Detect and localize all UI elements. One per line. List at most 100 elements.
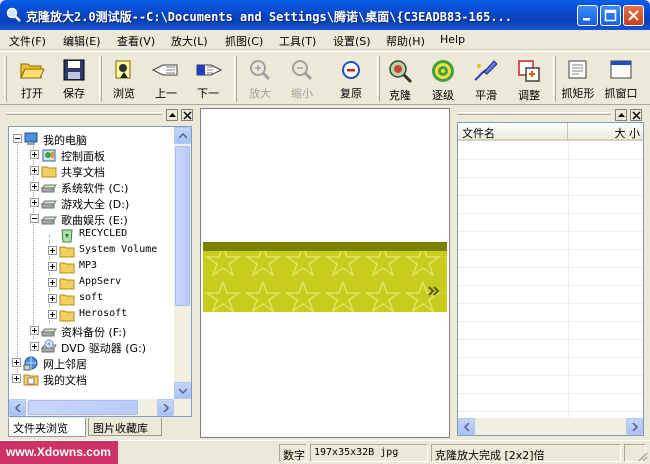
list-grid-line bbox=[458, 195, 643, 196]
drive-icon bbox=[41, 200, 57, 209]
capture-rectangle-icon bbox=[568, 60, 587, 79]
resize-grip-icon[interactable] bbox=[636, 450, 648, 462]
capture-rectangle-button[interactable]: 抓矩形 bbox=[558, 56, 598, 102]
expand-toggle[interactable] bbox=[48, 246, 57, 255]
collapse-toggle[interactable] bbox=[30, 214, 39, 223]
expand-toggle[interactable] bbox=[12, 358, 21, 367]
zoom-in-button[interactable]: 放大 bbox=[240, 56, 280, 102]
menu-settings[interactable]: 设置(S) bbox=[333, 33, 371, 49]
capture-window-button[interactable]: 抓窗口 bbox=[601, 56, 641, 102]
status-mode: 数字 bbox=[279, 444, 307, 462]
minimize-button[interactable] bbox=[577, 5, 598, 26]
menu-view[interactable]: 查看(V) bbox=[117, 33, 155, 49]
save-button[interactable]: 保存 bbox=[54, 56, 94, 102]
toolbar-grip[interactable] bbox=[4, 56, 7, 102]
image-view[interactable] bbox=[200, 108, 450, 438]
scroll-up-button[interactable] bbox=[174, 127, 191, 144]
list-grid-line bbox=[458, 159, 643, 160]
scroll-left-button[interactable] bbox=[458, 418, 475, 435]
next-button[interactable]: 下一 bbox=[188, 56, 228, 102]
expand-toggle[interactable] bbox=[48, 294, 57, 303]
stepwise-button[interactable]: 逐级 bbox=[423, 56, 463, 102]
file-list[interactable]: 文件名 大 小 bbox=[457, 122, 644, 436]
tree-vertical-scrollbar[interactable] bbox=[174, 127, 191, 399]
panel-tabs: 文件夹浏览 图片收藏库 bbox=[8, 418, 196, 437]
file-list-horizontal-scrollbar[interactable] bbox=[458, 418, 643, 435]
maximize-button[interactable] bbox=[600, 5, 621, 26]
collapse-toggle[interactable] bbox=[13, 134, 22, 143]
scroll-down-button[interactable] bbox=[174, 382, 191, 399]
menu-edit[interactable]: 编辑(E) bbox=[63, 33, 101, 49]
panel-grip[interactable] bbox=[457, 112, 611, 115]
browse-icon bbox=[115, 60, 131, 79]
list-grid-line bbox=[458, 285, 643, 286]
menu-help[interactable]: Help bbox=[440, 33, 465, 46]
toolbar-separator bbox=[99, 56, 102, 102]
folder-icon bbox=[59, 310, 75, 322]
list-grid-line bbox=[458, 321, 643, 322]
expand-toggle[interactable] bbox=[30, 326, 39, 335]
expand-toggle[interactable] bbox=[30, 150, 39, 159]
column-header-filename[interactable]: 文件名 bbox=[458, 123, 568, 141]
expand-toggle[interactable] bbox=[30, 166, 39, 175]
tab-image-library[interactable]: 图片收藏库 bbox=[88, 418, 162, 436]
toolbar: 打开 保存 浏览 上一 下一 放大 缩小 复原 克隆 逐级 平滑 调整 抓矩形 … bbox=[0, 51, 650, 105]
list-grid-line bbox=[458, 231, 643, 232]
previous-button[interactable]: 上一 bbox=[146, 56, 186, 102]
menu-file[interactable]: 文件(F) bbox=[9, 33, 46, 49]
target-rings-icon bbox=[432, 60, 454, 82]
folder-icon bbox=[59, 278, 75, 290]
scroll-left-button[interactable] bbox=[9, 399, 26, 416]
panel-restore-button[interactable] bbox=[615, 109, 627, 121]
expand-toggle[interactable] bbox=[12, 374, 21, 383]
panel-close-button[interactable] bbox=[630, 109, 642, 121]
scroll-right-button[interactable] bbox=[157, 399, 174, 416]
drive-icon bbox=[41, 216, 57, 225]
list-grid-line bbox=[458, 375, 643, 376]
adjust-button[interactable]: 调整 bbox=[509, 56, 549, 102]
menu-zoom[interactable]: 放大(L) bbox=[171, 33, 208, 49]
expand-toggle[interactable] bbox=[30, 182, 39, 191]
menu-help-cn[interactable]: 帮助(H) bbox=[386, 33, 425, 49]
documents-icon bbox=[23, 374, 39, 386]
expand-toggle[interactable] bbox=[30, 342, 39, 351]
scroll-thumb[interactable] bbox=[28, 400, 138, 415]
window-title: 克隆放大2.0测试版--C:\Documents and Settings\腾诺… bbox=[26, 10, 513, 24]
restore-button[interactable]: 复原 bbox=[331, 56, 371, 102]
toolbar-separator bbox=[553, 56, 556, 102]
tree-horizontal-scrollbar[interactable] bbox=[9, 399, 191, 416]
column-header-size[interactable]: 大 小 bbox=[568, 123, 643, 141]
clone-button[interactable]: 克隆 bbox=[380, 56, 420, 102]
title-bar[interactable]: 克隆放大2.0测试版--C:\Documents and Settings\腾诺… bbox=[0, 0, 650, 30]
folder-panel-header bbox=[4, 108, 196, 122]
menu-capture[interactable]: 抓图(C) bbox=[225, 33, 263, 49]
folder-icon bbox=[41, 166, 57, 178]
folder-icon bbox=[59, 262, 75, 274]
hand-pointing-left-icon bbox=[151, 64, 178, 76]
zoom-out-button[interactable]: 缩小 bbox=[282, 56, 322, 102]
panel-restore-button[interactable] bbox=[166, 109, 178, 121]
open-folder-icon bbox=[20, 63, 45, 79]
list-grid-line bbox=[458, 249, 643, 250]
restore-icon bbox=[342, 61, 360, 79]
expand-toggle[interactable] bbox=[48, 310, 57, 319]
toolbar-separator bbox=[234, 56, 237, 102]
folder-tree[interactable]: 我的电脑 控制面板 共享文档 系统软件 (C:) 游戏大全 (D:) 歌曲娱乐 … bbox=[8, 126, 192, 417]
expand-toggle[interactable] bbox=[48, 278, 57, 287]
capture-window-icon bbox=[610, 60, 632, 79]
zoom-in-icon bbox=[250, 60, 271, 81]
tab-folder-browse[interactable]: 文件夹浏览 bbox=[8, 418, 86, 437]
expand-toggle[interactable] bbox=[48, 262, 57, 271]
menu-tools[interactable]: 工具(T) bbox=[279, 33, 316, 49]
file-list-panel: 文件名 大 小 bbox=[455, 108, 645, 438]
expand-toggle[interactable] bbox=[30, 198, 39, 207]
scroll-right-button[interactable] bbox=[626, 418, 643, 435]
open-button[interactable]: 打开 bbox=[12, 56, 52, 102]
browse-button[interactable]: 浏览 bbox=[104, 56, 144, 102]
scroll-thumb[interactable] bbox=[175, 146, 190, 306]
smooth-button[interactable]: 平滑 bbox=[466, 56, 506, 102]
panel-grip[interactable] bbox=[6, 112, 162, 115]
close-button[interactable] bbox=[623, 5, 644, 26]
status-message: 克隆放大完成 [2x2]倍 bbox=[431, 444, 621, 462]
panel-close-button[interactable] bbox=[181, 109, 193, 121]
